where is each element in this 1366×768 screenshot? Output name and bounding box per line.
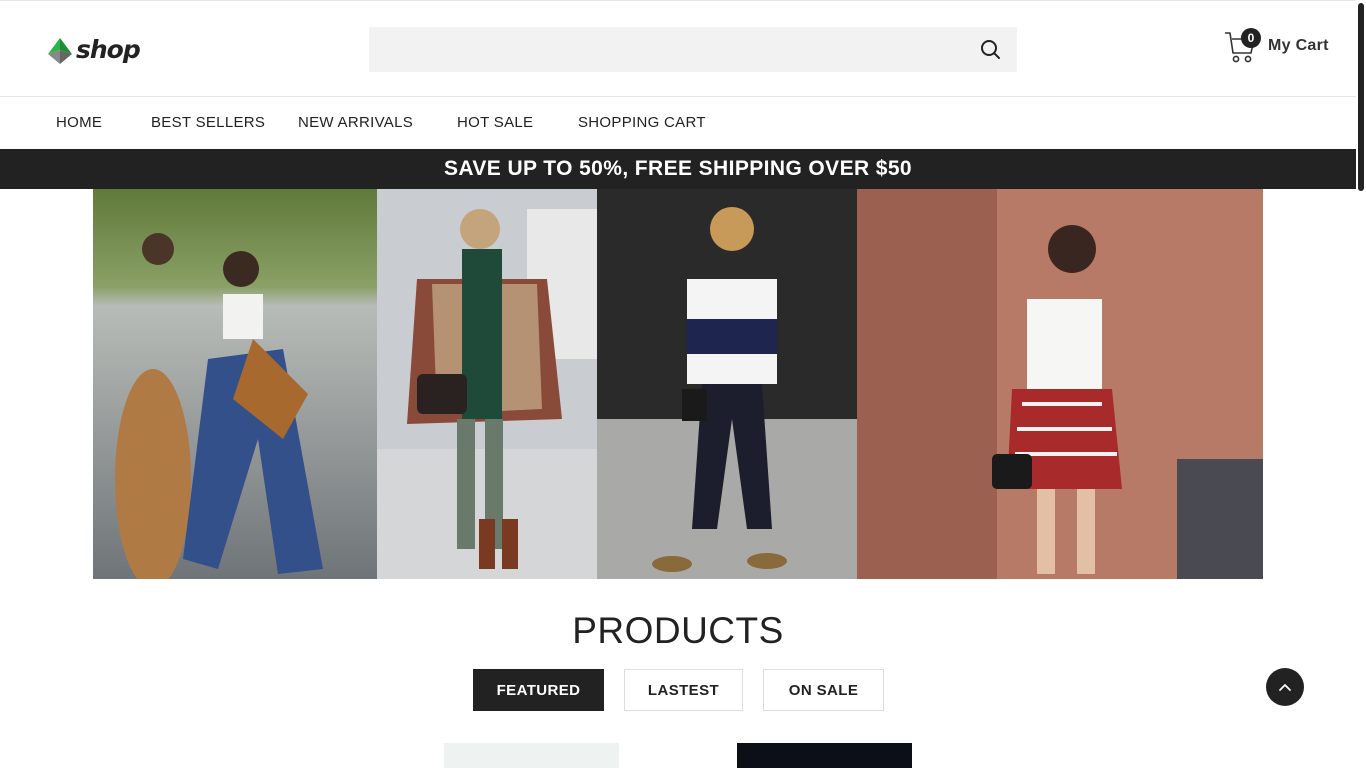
cart-button[interactable]: 0 My Cart xyxy=(1224,28,1329,63)
product-card-image[interactable] xyxy=(444,743,619,768)
main-nav: HOME BEST SELLERS NEW ARRIVALS HOT SALE … xyxy=(0,97,1356,149)
cart-label: My Cart xyxy=(1268,37,1329,54)
nav-item-hot-sale[interactable]: HOT SALE xyxy=(457,114,533,131)
nav-item-new-arrivals[interactable]: NEW ARRIVALS xyxy=(298,114,413,131)
scroll-to-top-button[interactable] xyxy=(1266,668,1304,706)
products-heading: PRODUCTS xyxy=(572,610,784,651)
hero-photo-3 xyxy=(597,189,857,579)
chevron-up-icon xyxy=(1279,684,1291,691)
search-input[interactable] xyxy=(369,27,969,72)
tab-lastest[interactable]: LASTEST xyxy=(624,669,743,711)
hero-photo-4 xyxy=(857,189,1263,579)
page-scrollbar[interactable] xyxy=(1356,0,1366,768)
tab-featured[interactable]: FEATURED xyxy=(473,669,604,711)
search-bar xyxy=(369,27,1017,72)
nav-item-shopping-cart[interactable]: SHOPPING CART xyxy=(578,114,706,131)
product-card-image[interactable] xyxy=(737,743,912,768)
logo-arrow-icon xyxy=(48,37,72,64)
search-icon[interactable] xyxy=(979,38,1003,62)
nav-item-home[interactable]: HOME xyxy=(56,114,102,131)
nav-item-best-sellers[interactable]: BEST SELLERS xyxy=(151,114,265,131)
hero-photo-1 xyxy=(93,189,377,579)
cart-count-badge: 0 xyxy=(1241,28,1261,48)
scrollbar-thumb[interactable] xyxy=(1358,3,1364,191)
tab-on-sale[interactable]: ON SALE xyxy=(763,669,884,711)
hero-banner[interactable] xyxy=(93,189,1263,579)
site-header: shop 0 My Cart xyxy=(0,0,1356,97)
site-logo[interactable]: shop xyxy=(46,35,141,64)
logo-text: shop xyxy=(76,35,141,64)
hero-photo-2 xyxy=(377,189,597,579)
promo-banner: SAVE UP TO 50%, FREE SHIPPING OVER $50 xyxy=(0,149,1356,189)
